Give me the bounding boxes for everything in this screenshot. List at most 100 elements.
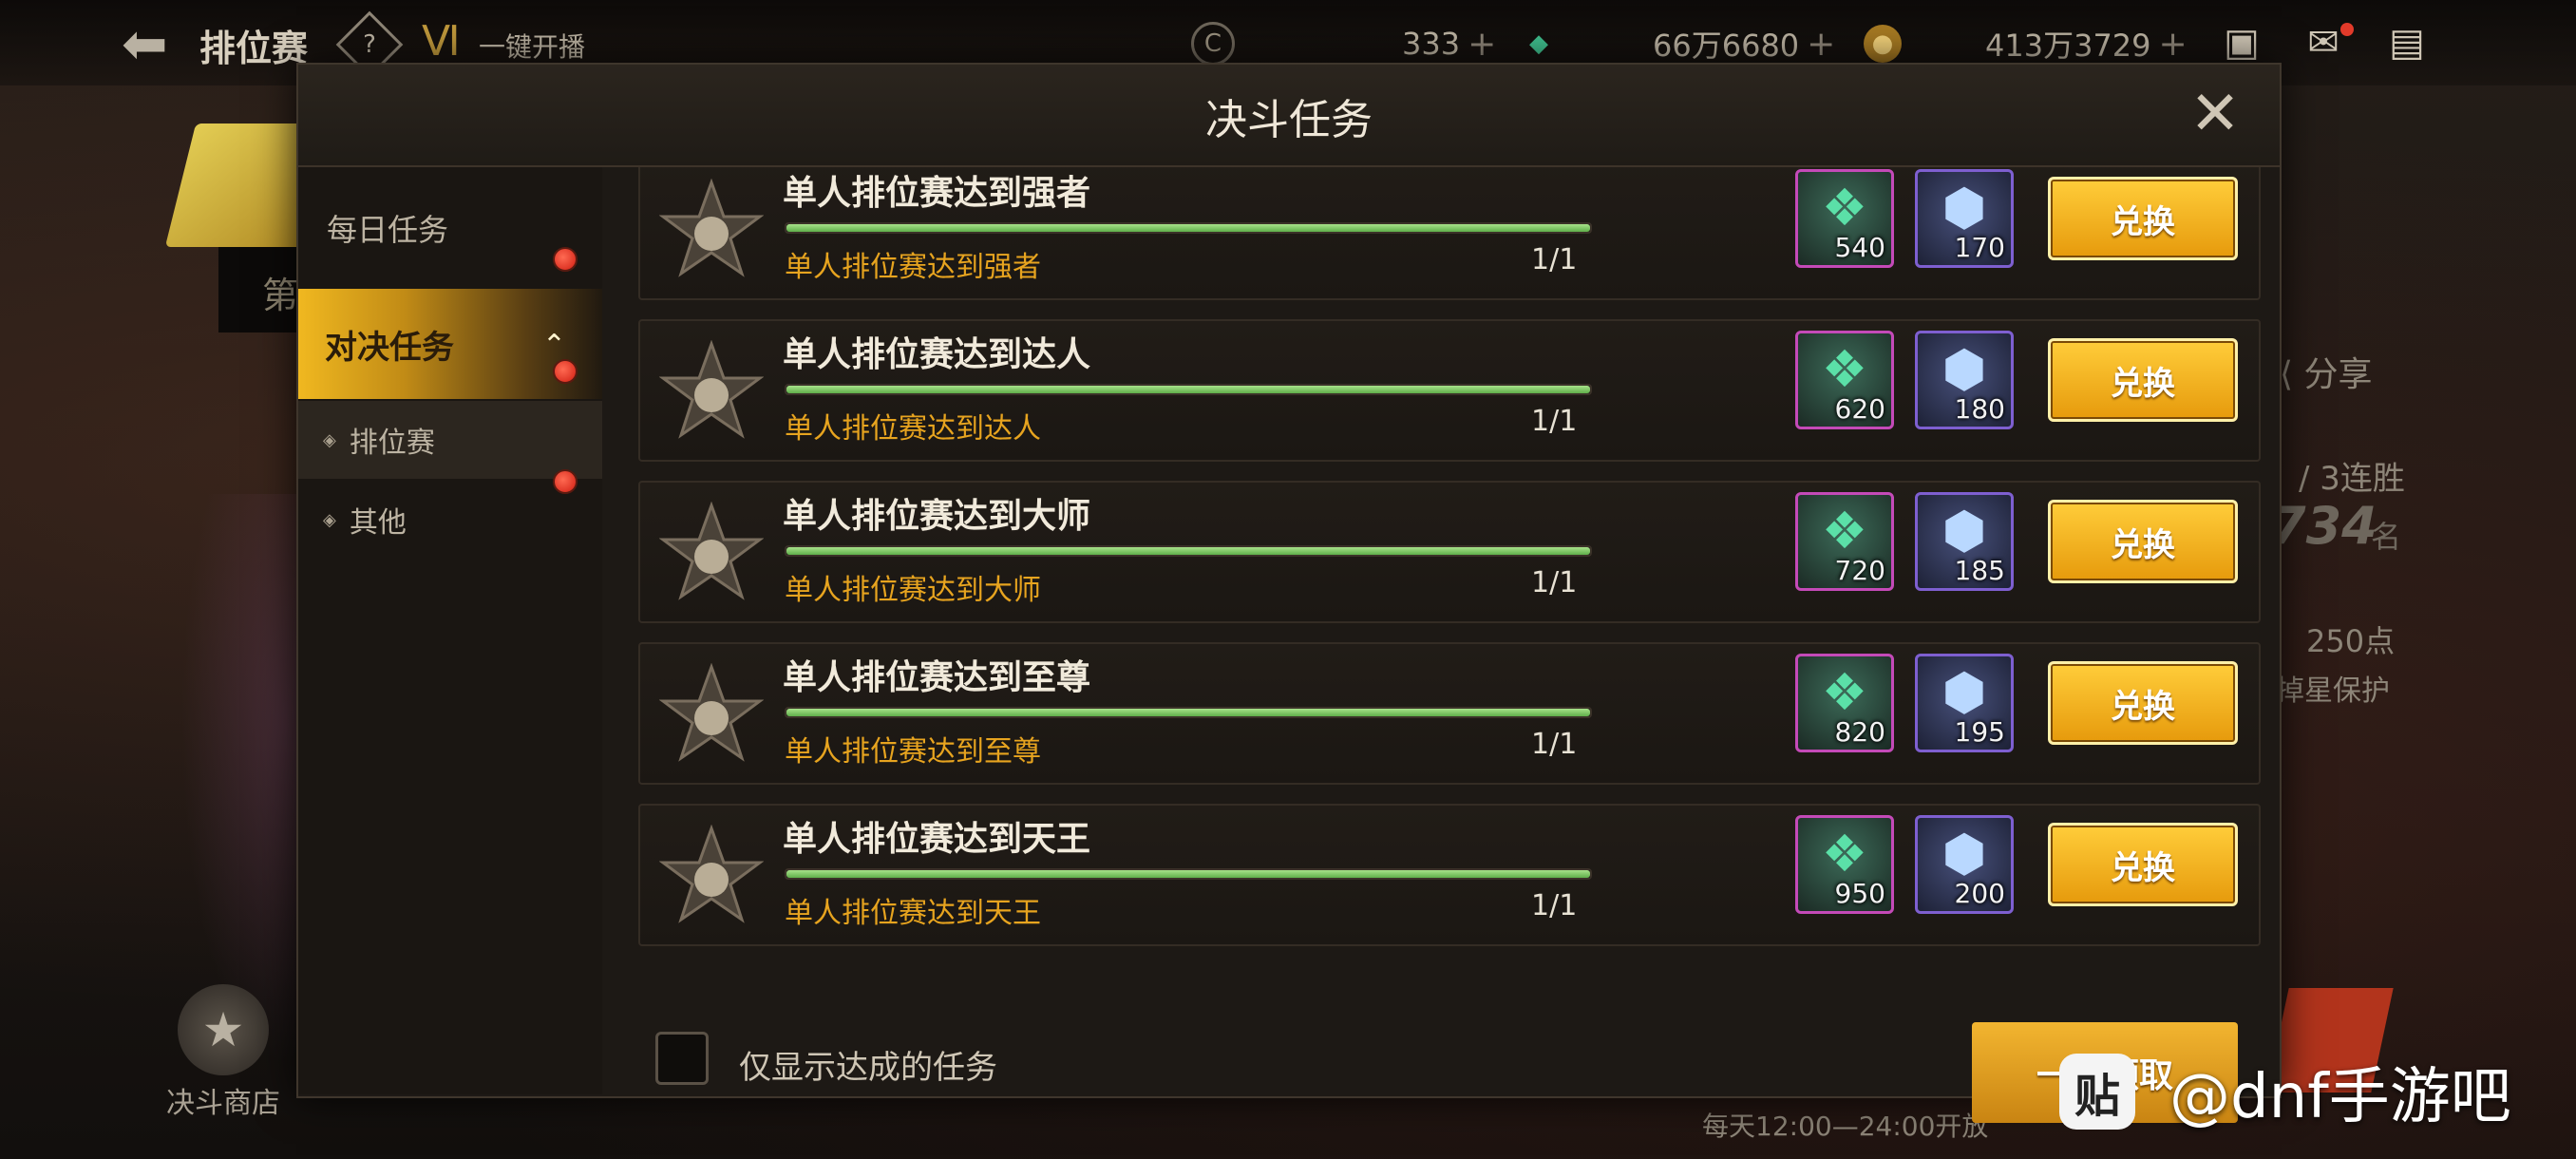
duel-shop-button[interactable]: ★ 决斗商店: [161, 984, 285, 1121]
chat-icon[interactable]: ▤: [2382, 19, 2432, 66]
task-list[interactable]: 单人排位赛达到强者 单人排位赛达到强者 1/1 ❖ 540 ⬢ 170 兑换 单人排…: [638, 167, 2272, 1003]
crystal-icon: ❖: [1821, 824, 1868, 884]
show-completed-checkbox[interactable]: [655, 1032, 709, 1085]
reward-crystal[interactable]: ❖ 820: [1795, 654, 1894, 752]
redeem-button[interactable]: 兑换: [2048, 338, 2238, 422]
task-description: 单人排位赛达到至尊: [785, 735, 1041, 769]
currency-coin-value: 333 +: [1392, 21, 1496, 66]
reward-quantity: 200: [1954, 878, 2005, 909]
reward-crystal[interactable]: ❖ 620: [1795, 331, 1894, 429]
reward-crystal[interactable]: ❖ 950: [1795, 815, 1894, 914]
currency-gold-value: 413万3729 +: [1976, 21, 2188, 66]
share-button[interactable]: ⟨ 分享: [2280, 347, 2373, 396]
duel-task-modal: 决斗任务 ✕ 每日任务 对决任务 ⌃ ◈ 排位赛 ◈ 其他 单人排位赛达到强者: [296, 63, 2282, 1123]
reward-quantity: 195: [1954, 716, 2005, 748]
add-coin-button[interactable]: +: [1468, 25, 1496, 64]
reward-shard[interactable]: ⬢ 170: [1915, 169, 2014, 268]
reward-quantity: 180: [1954, 393, 2005, 425]
rank-unit: 名: [2371, 519, 2402, 555]
redeem-button[interactable]: 兑换: [2048, 661, 2238, 745]
currency-gem-value: 66万6680 +: [1643, 21, 1835, 66]
sidebar-item-ranked[interactable]: ◈ 排位赛: [298, 401, 602, 479]
task-progress-fill: [786, 870, 1590, 878]
shard-icon: ⬢: [1941, 339, 1987, 399]
watermark: 贴 @dnf手游吧: [2059, 1049, 2511, 1134]
task-count: 1/1: [1531, 566, 1578, 599]
reward-quantity: 720: [1834, 555, 1885, 586]
gold-value: 413万3729: [1985, 28, 2151, 64]
task-description: 单人排位赛达到达人: [785, 412, 1041, 446]
currency-coin: C: [1191, 21, 1235, 66]
diamond-bullet-icon: ◈: [323, 429, 336, 450]
show-completed-label[interactable]: 仅显示达成的任务: [739, 1041, 997, 1088]
daily-notification-dot: [553, 247, 578, 272]
reward-quantity: 185: [1954, 555, 2005, 586]
task-progress-fill: [786, 386, 1590, 393]
reward-quantity: 540: [1834, 232, 1885, 263]
duel-shop-label: 决斗商店: [166, 1087, 280, 1120]
reward-quantity: 950: [1834, 878, 1885, 909]
task-progress-fill: [786, 709, 1590, 716]
task-title: 单人排位赛达到至尊: [783, 658, 1091, 697]
redeem-button[interactable]: 兑换: [2048, 823, 2238, 906]
back-arrow-icon[interactable]: ⬅: [122, 15, 179, 72]
help-glyph: ?: [363, 30, 376, 59]
task-row: 单人排位赛达到至尊 单人排位赛达到至尊 1/1 ❖ 820 ⬢ 195 兑换: [638, 642, 2261, 785]
task-row: 单人排位赛达到天王 单人排位赛达到天王 1/1 ❖ 950 ⬢ 200 兑换: [638, 804, 2261, 946]
gold-icon: ●: [1864, 25, 1902, 63]
crystal-icon: ❖: [1821, 501, 1868, 560]
tieba-logo-icon: 贴: [2059, 1054, 2135, 1130]
live-stream-label[interactable]: 一键开播: [479, 27, 585, 65]
shop-bag-icon: ★: [178, 984, 269, 1075]
share-label: 分享: [2303, 355, 2373, 394]
open-time-text: 每天12:00—24:00开放: [1702, 1111, 1989, 1142]
watermark-text: @dnf手游吧: [2169, 1062, 2511, 1132]
sidebar-item-label: 排位赛: [349, 427, 435, 460]
currency-gem: ◆: [1520, 21, 1558, 66]
reward-shard[interactable]: ⬢ 180: [1915, 331, 2014, 429]
reward-shard[interactable]: ⬢ 200: [1915, 815, 2014, 914]
rank-number: 734: [2270, 496, 2377, 556]
modal-title: 决斗任务: [1205, 96, 1373, 144]
sidebar-item-label: 对决任务: [325, 328, 454, 367]
task-title: 单人排位赛达到达人: [783, 335, 1091, 374]
task-description: 单人排位赛达到强者: [785, 251, 1041, 284]
task-row: 单人排位赛达到大师 单人排位赛达到大师 1/1 ❖ 720 ⬢ 185 兑换: [638, 481, 2261, 623]
coin-icon: C: [1191, 22, 1235, 66]
reward-shard[interactable]: ⬢ 195: [1915, 654, 2014, 752]
task-description: 单人排位赛达到天王: [785, 897, 1041, 930]
task-progress-bar: [785, 868, 1592, 880]
task-row: 单人排位赛达到强者 单人排位赛达到强者 1/1 ❖ 540 ⬢ 170 兑换: [638, 167, 2261, 300]
ranked-emblem-icon: [659, 825, 764, 929]
add-gold-button[interactable]: +: [2159, 25, 2188, 64]
currency-gold: ●: [1864, 21, 1902, 66]
task-progress-fill: [786, 547, 1590, 555]
add-gem-button[interactable]: +: [1807, 25, 1835, 64]
shard-icon: ⬢: [1941, 178, 1987, 238]
reward-shard[interactable]: ⬢ 185: [1915, 492, 2014, 591]
ranked-emblem-icon: [659, 179, 764, 283]
task-count: 1/1: [1531, 405, 1578, 438]
bag-icon[interactable]: ▣: [2217, 19, 2266, 66]
duel-notification-dot: [553, 359, 578, 384]
win-streak-text: / 3连胜: [2299, 460, 2405, 498]
task-count: 1/1: [1531, 728, 1578, 761]
reward-quantity: 820: [1834, 716, 1885, 748]
points-text: 250点: [2306, 623, 2396, 659]
live-stream-icon[interactable]: Ⅵ: [422, 17, 461, 66]
reward-crystal[interactable]: ❖ 540: [1795, 169, 1894, 268]
coin-value: 333: [1402, 26, 1461, 62]
task-count: 1/1: [1531, 889, 1578, 922]
redeem-button[interactable]: 兑换: [2048, 500, 2238, 583]
modal-footer: 仅显示达成的任务 一键领取: [638, 1005, 2272, 1123]
gem-icon: ◆: [1529, 29, 1548, 58]
task-count: 1/1: [1531, 243, 1578, 276]
modal-header: 决斗任务 ✕: [298, 65, 2280, 167]
ranked-emblem-icon: [659, 502, 764, 606]
task-title: 单人排位赛达到强者: [783, 174, 1091, 213]
close-icon[interactable]: ✕: [2187, 84, 2244, 144]
redeem-button[interactable]: 兑换: [2048, 177, 2238, 260]
sidebar-item-other[interactable]: ◈ 其他: [298, 481, 602, 559]
sidebar-item-duel[interactable]: 对决任务 ⌃: [298, 289, 602, 399]
reward-crystal[interactable]: ❖ 720: [1795, 492, 1894, 591]
